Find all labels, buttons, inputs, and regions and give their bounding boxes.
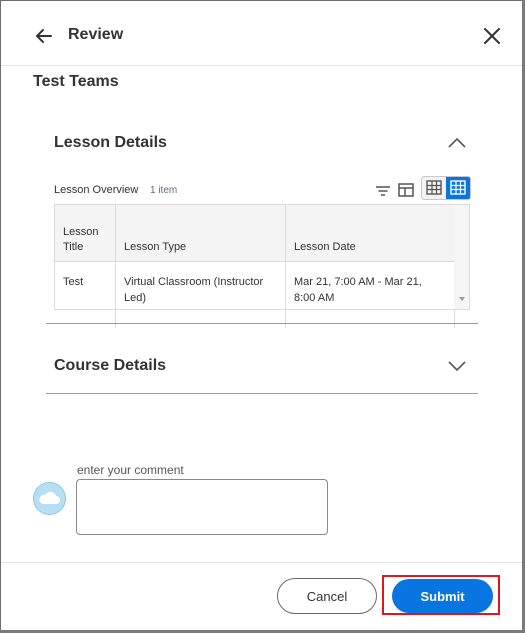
table-row: Test Virtual Classroom (Instructor Led) …	[55, 261, 455, 328]
section-divider	[46, 323, 478, 324]
back-arrow-icon	[36, 29, 52, 43]
grid-view-icon	[450, 180, 466, 195]
columns-icon	[398, 183, 414, 197]
chevron-down-icon	[448, 361, 466, 372]
cell-lesson-type: Virtual Classroom (Instructor Led)	[115, 261, 286, 328]
chevron-up-icon	[448, 137, 466, 148]
close-icon	[484, 28, 500, 44]
filter-icon	[376, 186, 390, 196]
table-view-button[interactable]	[422, 177, 446, 199]
filter-button[interactable]	[374, 182, 392, 200]
cell-lesson-title: Test	[55, 261, 116, 328]
section-divider	[46, 393, 478, 394]
course-details-title: Course Details	[54, 357, 167, 374]
lesson-details-collapse-button[interactable]	[446, 132, 468, 154]
table-scrollbar[interactable]	[454, 205, 469, 309]
close-button[interactable]	[480, 24, 504, 48]
column-header-lesson-date[interactable]: Lesson Date	[285, 205, 455, 262]
submit-button[interactable]: Submit	[392, 579, 493, 613]
back-button[interactable]	[30, 22, 58, 50]
table-view-icon	[426, 180, 442, 195]
column-header-lesson-title[interactable]: Lesson Title	[55, 205, 116, 262]
lesson-overview-label: Lesson Overview	[54, 184, 139, 196]
comment-label: enter your comment	[77, 463, 184, 477]
course-details-expand-button[interactable]	[446, 355, 468, 377]
cancel-button[interactable]: Cancel	[277, 578, 377, 614]
comment-input[interactable]	[76, 479, 328, 535]
table-header-row: Lesson Title Lesson Type Lesson Date	[55, 205, 455, 262]
grid-view-button[interactable]	[446, 177, 470, 199]
column-header-lesson-type[interactable]: Lesson Type	[115, 205, 286, 262]
scroll-down-arrow-icon[interactable]	[459, 297, 465, 301]
dialog-title: Review	[68, 26, 124, 43]
cloud-avatar-icon	[39, 491, 60, 504]
cell-lesson-date: Mar 21, 7:00 AM - Mar 21, 8:00 AM	[285, 261, 455, 328]
avatar	[33, 482, 66, 515]
lesson-details-title: Lesson Details	[54, 134, 167, 151]
columns-button[interactable]	[397, 181, 415, 199]
lesson-table: Lesson Title Lesson Type Lesson Date Tes…	[54, 204, 470, 328]
view-toggle	[421, 176, 471, 200]
lesson-overview-count: 1 item	[150, 185, 178, 196]
page-title: Test Teams	[33, 73, 119, 90]
